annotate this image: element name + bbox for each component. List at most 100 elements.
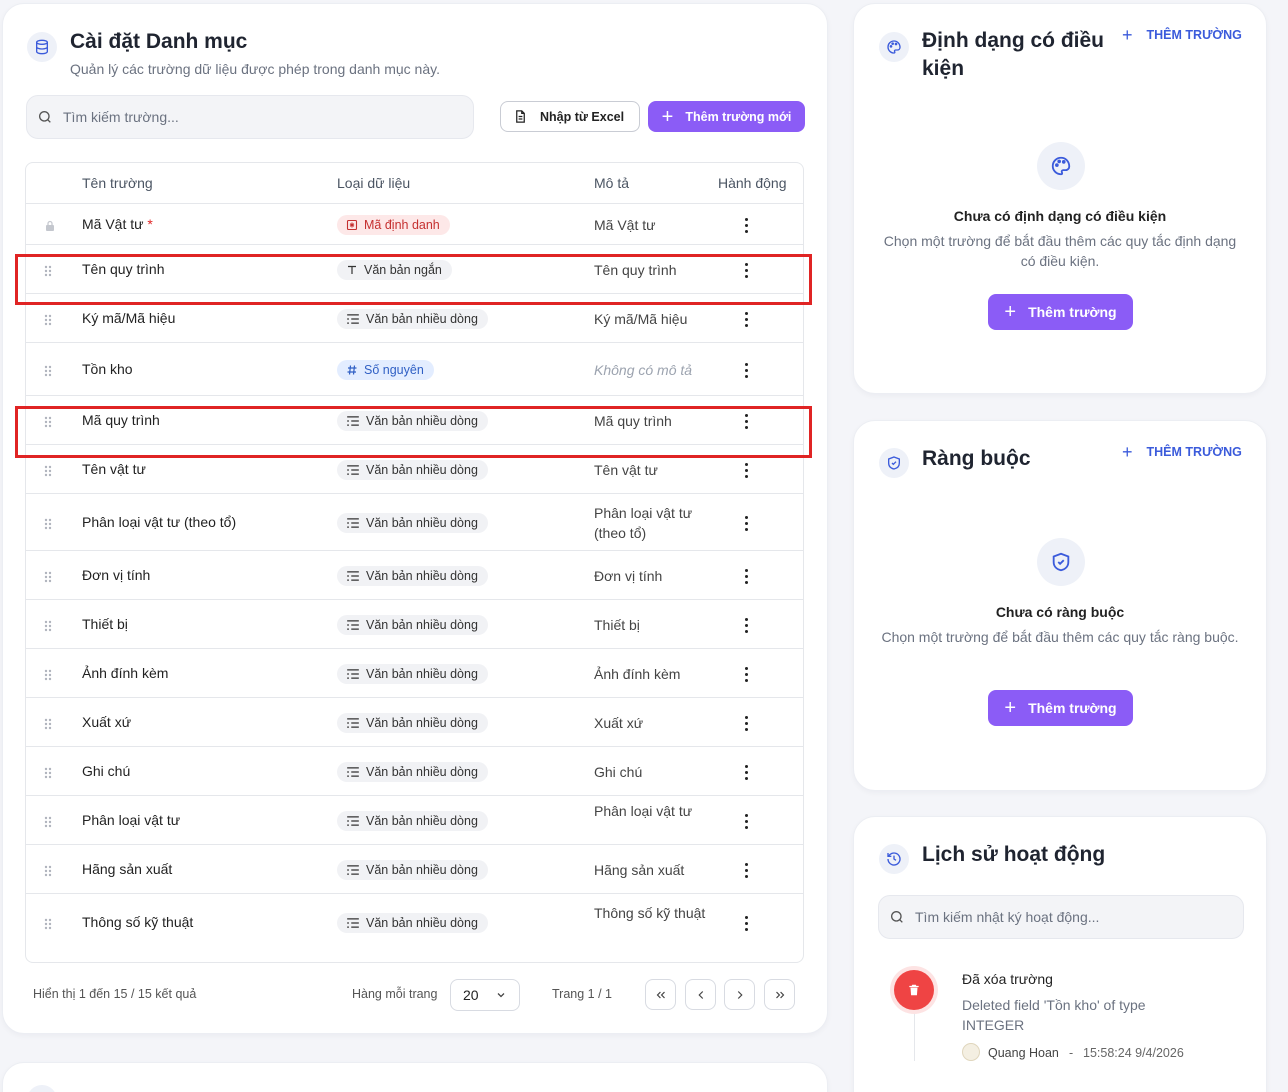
field-name-text: Phân loại vật tư (theo tổ) (82, 514, 237, 530)
drag-handle-icon[interactable] (44, 917, 52, 935)
activity-search-box[interactable] (878, 895, 1244, 939)
page-title: Cài đặt Danh mục (70, 30, 248, 53)
next-page-button[interactable] (724, 979, 755, 1010)
drag-handle-icon[interactable] (44, 619, 52, 637)
drag-handle-icon[interactable] (44, 864, 52, 882)
data-type-label: Văn bản nhiều dòng (366, 916, 478, 930)
field-name: Ký mã/Mã hiệu (82, 310, 175, 326)
field-name: Xuất xứ (82, 714, 131, 730)
field-name-text: Thiết bị (82, 616, 128, 632)
data-type-badge: Văn bản nhiều dòng (337, 713, 488, 733)
more-actions-icon[interactable] (745, 814, 748, 829)
table-row[interactable]: Ảnh đính kèm Văn bản nhiều dòng Ảnh đính k… (26, 648, 803, 697)
field-name-text: Xuất xứ (82, 714, 132, 730)
constraints-add-field-link[interactable]: + THÊM TRƯỜNG (1122, 443, 1242, 461)
column-header-actions: Hành động (718, 175, 787, 191)
more-actions-icon[interactable] (745, 569, 748, 584)
palette-icon (879, 32, 909, 62)
last-page-button[interactable] (764, 979, 795, 1010)
field-search-box[interactable] (26, 95, 474, 139)
multiline-text-icon (346, 917, 360, 929)
table-row[interactable]: Thiết bị Văn bản nhiều dòng Thiết bị (26, 599, 803, 648)
first-page-button[interactable] (645, 979, 676, 1010)
drag-handle-icon[interactable] (44, 364, 52, 382)
data-type-label: Văn bản nhiều dòng (366, 618, 478, 632)
more-actions-icon[interactable] (745, 363, 748, 378)
table-row[interactable]: Xuất xứ Văn bản nhiều dòng Xuất xứ (26, 697, 803, 746)
more-actions-icon[interactable] (745, 765, 748, 780)
drag-handle-icon[interactable] (44, 313, 52, 331)
table-row[interactable]: Đơn vị tính Văn bản nhiều dòng Đơn vị tính (26, 550, 803, 599)
shield-check-icon (1037, 538, 1085, 586)
field-name: Hãng sản xuất (82, 861, 172, 877)
field-name-text: Phân loại vật tư (82, 812, 181, 828)
multiline-text-icon (346, 815, 360, 827)
multiline-text-icon (346, 464, 360, 476)
data-type-badge: Văn bản nhiều dòng (337, 860, 488, 880)
field-name-text: Tên vật tư (82, 461, 146, 477)
lock-icon (44, 219, 56, 237)
conditional-add-field-link[interactable]: + THÊM TRƯỜNG (1122, 26, 1242, 44)
data-type-label: Văn bản nhiều dòng (366, 716, 478, 730)
drag-handle-icon[interactable] (44, 717, 52, 735)
conditional-format-card: Định dạng có điều kiện + THÊM TRƯỜNG Chư… (853, 3, 1267, 394)
table-row[interactable]: Mã Vật tư * Mã định danh Mã Vật tư (26, 203, 803, 244)
activity-detail: Deleted field 'Tồn kho' of type INTEGER (962, 997, 1146, 1033)
drag-handle-icon[interactable] (44, 517, 52, 535)
conditional-add-field-button[interactable]: + Thêm trường (988, 294, 1133, 330)
multiline-text-icon (346, 619, 360, 631)
import-excel-label: Nhập từ Excel (540, 109, 625, 124)
required-mark: * (147, 216, 153, 232)
data-type-label: Văn bản nhiều dòng (366, 312, 478, 326)
previous-page-button[interactable] (685, 979, 716, 1010)
drag-handle-icon[interactable] (44, 766, 52, 784)
search-icon (39, 111, 51, 123)
more-actions-icon[interactable] (745, 667, 748, 682)
field-description: Thông số kỹ thuật (594, 905, 706, 921)
page-info: Trang 1 / 1 (552, 987, 612, 1001)
more-actions-icon[interactable] (745, 863, 748, 878)
table-row[interactable]: Ghi chú Văn bản nhiều dòng Ghi chú (26, 746, 803, 795)
table-row[interactable]: Thông số kỹ thuật Văn bản nhiều dòng Thông… (26, 893, 803, 950)
activity-search-input[interactable] (915, 909, 1225, 925)
field-name-text: Ảnh đính kèm (82, 665, 169, 681)
field-name: Mã Vật tư * (82, 216, 153, 232)
more-actions-icon[interactable] (745, 218, 748, 233)
more-actions-icon[interactable] (745, 916, 748, 931)
multiline-text-icon (346, 717, 360, 729)
table-row[interactable]: Phân loại vật tư Văn bản nhiều dòng Phân l… (26, 795, 803, 844)
more-actions-icon[interactable] (745, 618, 748, 633)
drag-handle-icon[interactable] (44, 570, 52, 588)
import-excel-button[interactable]: Nhập từ Excel (500, 101, 640, 132)
data-type-badge: Văn bản nhiều dòng (337, 566, 488, 586)
more-actions-icon[interactable] (745, 463, 748, 478)
drag-handle-icon[interactable] (44, 668, 52, 686)
field-search-input[interactable] (63, 109, 443, 125)
drag-handle-icon[interactable] (44, 464, 52, 482)
conditional-add-field-button-label: Thêm trường (1028, 304, 1117, 320)
chevron-down-icon (497, 993, 505, 998)
data-type-label: Văn bản nhiều dòng (366, 569, 478, 583)
field-description: Phân loại vật tư (theo tổ) (594, 505, 693, 541)
conditional-empty-title: Chưa có định dạng có điều kiện (953, 208, 1167, 224)
constraints-add-field-button[interactable]: + Thêm trường (988, 690, 1133, 726)
field-description: Ghi chú (594, 764, 643, 780)
add-field-label: Thêm trường mới (685, 109, 792, 124)
data-type-badge: Văn bản nhiều dòng (337, 309, 488, 329)
table-row[interactable]: Hãng sản xuất Văn bản nhiều dòng Hãng sản … (26, 844, 803, 893)
more-actions-icon[interactable] (745, 716, 748, 731)
hash-icon (346, 364, 358, 376)
add-field-button[interactable]: + Thêm trường mới (648, 101, 805, 132)
field-description: Phân loại vật tư (594, 803, 693, 819)
table-row[interactable]: Phân loại vật tư (theo tổ) Văn bản nhiều … (26, 493, 803, 550)
rows-per-page-select[interactable]: 20 (450, 979, 520, 1011)
constraints-add-field-button-label: Thêm trường (1028, 700, 1117, 716)
drag-handle-icon[interactable] (44, 815, 52, 833)
data-type-badge: Văn bản nhiều dòng (337, 762, 488, 782)
chevrons-left-icon (656, 991, 665, 998)
more-actions-icon[interactable] (745, 312, 748, 327)
multiline-text-icon (346, 517, 360, 529)
more-actions-icon[interactable] (745, 516, 748, 531)
table-row[interactable]: Tồn kho Số nguyên Không có mô tả (26, 342, 803, 395)
field-name-text: Thông số kỹ thuật (82, 914, 194, 930)
